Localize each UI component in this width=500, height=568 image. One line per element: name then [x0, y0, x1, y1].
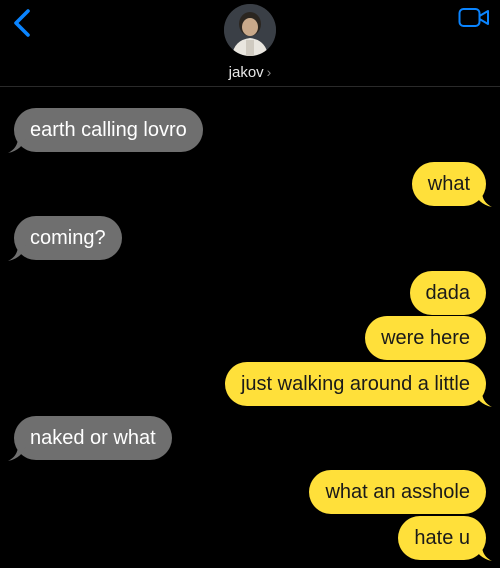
- message-list: earth calling lovro what coming? dada we…: [0, 86, 500, 568]
- chevron-right-icon: ›: [266, 64, 272, 80]
- message-text: what: [427, 173, 470, 195]
- message-text: just walking around a little: [240, 373, 470, 395]
- bubble-tail: [8, 137, 26, 153]
- message-text: were here: [381, 327, 470, 349]
- message-bubble-outgoing[interactable]: what an asshole: [309, 470, 486, 514]
- bubble-tail: [474, 391, 492, 407]
- bubble-tail: [474, 545, 492, 561]
- message-text: what an asshole: [325, 481, 470, 503]
- message-bubble-incoming[interactable]: naked or what: [8, 416, 172, 461]
- contact-avatar[interactable]: [224, 4, 276, 56]
- message-bubble-outgoing[interactable]: were here: [365, 316, 486, 360]
- message-bubble-outgoing[interactable]: just walking around a little: [224, 362, 492, 407]
- contact-name-row[interactable]: jakov ›: [0, 64, 500, 81]
- back-chevron-icon[interactable]: [8, 8, 38, 38]
- message-bubble-incoming[interactable]: earth calling lovro: [8, 108, 203, 153]
- conversation-header: jakov ›: [0, 0, 500, 87]
- message-bubble-outgoing[interactable]: what: [411, 162, 492, 207]
- message-bubble-outgoing[interactable]: dada: [409, 271, 486, 315]
- bubble-tail: [474, 191, 492, 207]
- video-camera-icon[interactable]: [458, 7, 490, 29]
- message-text: coming?: [30, 227, 106, 249]
- contact-name: jakov: [228, 64, 264, 81]
- message-text: earth calling lovro: [30, 119, 187, 141]
- message-text: hate u: [414, 527, 470, 549]
- message-text: dada: [425, 282, 471, 304]
- bubble-tail: [8, 445, 26, 461]
- message-text: naked or what: [30, 427, 156, 449]
- message-bubble-incoming[interactable]: coming?: [8, 216, 122, 261]
- message-bubble-outgoing[interactable]: hate u: [398, 516, 492, 561]
- bubble-tail: [8, 245, 26, 261]
